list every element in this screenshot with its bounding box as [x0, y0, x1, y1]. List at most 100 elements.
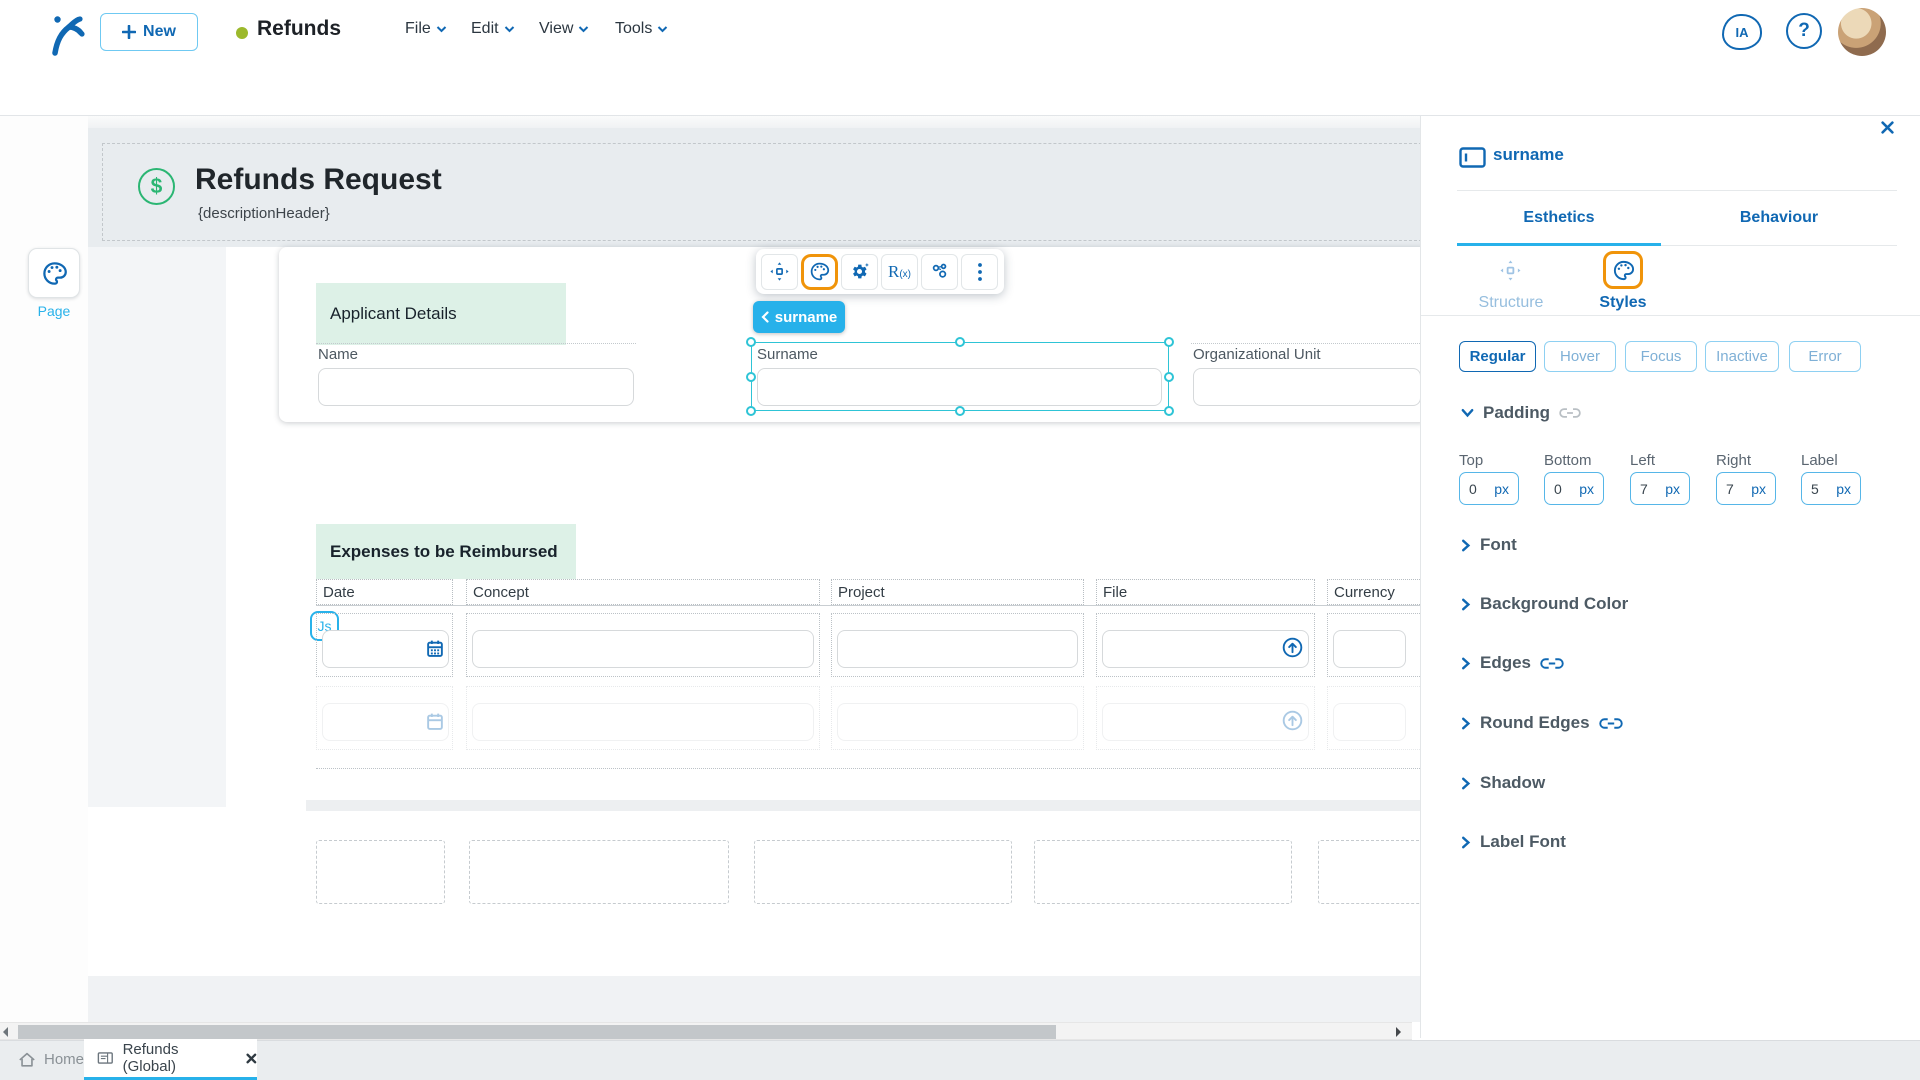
- state-inactive-button[interactable]: Inactive: [1705, 341, 1779, 372]
- ai-assistant-icon[interactable]: IA: [1722, 14, 1762, 50]
- section-font[interactable]: Font: [1461, 535, 1517, 555]
- state-error-button[interactable]: Error: [1789, 341, 1861, 372]
- panel-close-icon[interactable]: [1881, 121, 1894, 134]
- page-left-margin: [88, 247, 226, 807]
- placeholder-cell[interactable]: [1318, 840, 1420, 904]
- placeholder-cell[interactable]: [316, 840, 445, 904]
- orgunit-field-input[interactable]: [1193, 368, 1420, 406]
- selection-rect[interactable]: [746, 337, 1174, 416]
- plus-icon: [122, 25, 137, 39]
- rules-widget-button[interactable]: R (x): [881, 253, 918, 290]
- design-canvas[interactable]: $ Refunds Request {descriptionHeader} Ap…: [88, 116, 1420, 1022]
- selected-widget-chip[interactable]: surname: [753, 301, 845, 333]
- padding-top-input[interactable]: 0 px: [1459, 472, 1519, 505]
- styles-subtab-icon[interactable]: [1603, 251, 1643, 289]
- placeholder-cell[interactable]: [469, 840, 729, 904]
- section-padding[interactable]: Padding: [1461, 403, 1581, 423]
- upload-icon[interactable]: [1282, 637, 1303, 658]
- name-field-input[interactable]: [318, 368, 634, 406]
- new-button[interactable]: New: [100, 13, 198, 51]
- padding-left-input[interactable]: 7 px: [1630, 472, 1690, 505]
- scrollbar-thumb[interactable]: [18, 1025, 1056, 1039]
- move-widget-button[interactable]: [761, 253, 798, 290]
- structure-subtab-icon[interactable]: [1499, 259, 1522, 282]
- form-title[interactable]: Refunds Request: [195, 163, 442, 197]
- orgunit-field-label[interactable]: Organizational Unit: [1193, 346, 1321, 363]
- selection-handle-s[interactable]: [955, 406, 965, 416]
- placeholder-cell[interactable]: [754, 840, 1012, 904]
- concept-input[interactable]: [472, 630, 814, 668]
- tab-refunds-global[interactable]: Refunds (Global): [84, 1039, 257, 1077]
- project-input[interactable]: [837, 630, 1078, 668]
- subtab-structure[interactable]: Structure: [1469, 294, 1553, 312]
- tab-close-icon[interactable]: [246, 1053, 257, 1064]
- tab-behaviour[interactable]: Behaviour: [1661, 209, 1897, 227]
- section-label-font[interactable]: Label Font: [1461, 832, 1566, 852]
- chevron-down-icon: [504, 26, 514, 33]
- column-header-file[interactable]: File: [1096, 579, 1315, 605]
- section-background-color[interactable]: Background Color: [1461, 594, 1628, 614]
- menu-view[interactable]: View: [539, 20, 589, 38]
- calendar-icon[interactable]: [426, 639, 444, 658]
- selection-handle-nw[interactable]: [746, 337, 756, 347]
- divider: [1421, 315, 1920, 316]
- file-input[interactable]: [1102, 630, 1309, 668]
- help-icon[interactable]: ?: [1786, 13, 1822, 49]
- state-regular-button[interactable]: Regular: [1459, 341, 1536, 372]
- currency-input[interactable]: [1333, 703, 1406, 741]
- column-header-currency[interactable]: Currency: [1327, 579, 1420, 605]
- styles-widget-button[interactable]: [801, 253, 838, 290]
- applicant-section-header[interactable]: Applicant Details: [316, 283, 566, 345]
- properties-panel: surname Esthetics Behaviour Structure St…: [1420, 116, 1920, 1038]
- selection-handle-e[interactable]: [1164, 371, 1174, 382]
- user-avatar[interactable]: [1838, 8, 1886, 56]
- placeholder-cell[interactable]: [1034, 840, 1292, 904]
- menu-tools[interactable]: Tools: [615, 20, 668, 38]
- menu-file[interactable]: File: [405, 20, 447, 38]
- column-header-concept[interactable]: Concept: [466, 579, 820, 605]
- selection-handle-se[interactable]: [1164, 406, 1174, 416]
- chevron-right-icon: [1462, 777, 1471, 789]
- menu-edit[interactable]: Edit: [471, 20, 515, 38]
- column-header-date[interactable]: Date: [316, 579, 453, 605]
- chevron-right-icon: [1462, 598, 1471, 610]
- column-header-project[interactable]: Project: [831, 579, 1084, 605]
- selection-handle-n[interactable]: [955, 337, 965, 347]
- padding-bottom-input[interactable]: 0 px: [1544, 472, 1604, 505]
- page-styles-button[interactable]: [28, 248, 80, 298]
- state-focus-button[interactable]: Focus: [1625, 341, 1697, 372]
- project-input[interactable]: [837, 703, 1078, 741]
- subtab-styles[interactable]: Styles: [1593, 294, 1653, 312]
- calendar-icon: [426, 712, 444, 731]
- form-subtitle[interactable]: {descriptionHeader}: [198, 205, 330, 222]
- selection-handle-w[interactable]: [746, 371, 756, 382]
- selection-handle-sw[interactable]: [746, 406, 756, 416]
- selection-handle-ne[interactable]: [1164, 337, 1174, 347]
- padding-right-input[interactable]: 7 px: [1716, 472, 1776, 505]
- section-round-edges[interactable]: Round Edges: [1461, 713, 1623, 733]
- concept-input[interactable]: [472, 703, 814, 741]
- padding-top-label: Top: [1459, 452, 1484, 469]
- new-button-label: New: [143, 23, 176, 40]
- section-shadow[interactable]: Shadow: [1461, 773, 1545, 793]
- scroll-left-arrow[interactable]: [3, 1027, 8, 1037]
- section-edges[interactable]: Edges: [1461, 653, 1564, 673]
- padding-label-input[interactable]: 5 px: [1801, 472, 1861, 505]
- settings-widget-button[interactable]: [841, 253, 878, 290]
- grid-line: [1191, 343, 1420, 344]
- connections-widget-button[interactable]: [921, 253, 958, 290]
- horizontal-scrollbar[interactable]: [0, 1022, 1412, 1040]
- name-field-label[interactable]: Name: [318, 346, 358, 363]
- more-options-button[interactable]: [961, 253, 998, 290]
- state-hover-button[interactable]: Hover: [1544, 341, 1616, 372]
- chevron-right-icon: [1462, 657, 1471, 669]
- tab-home[interactable]: Home: [10, 1041, 92, 1077]
- expenses-section-header[interactable]: Expenses to be Reimbursed: [316, 524, 576, 579]
- tab-esthetics[interactable]: Esthetics: [1457, 209, 1661, 227]
- scroll-right-arrow[interactable]: [1396, 1027, 1401, 1037]
- file-input[interactable]: [1102, 703, 1309, 741]
- currency-input[interactable]: [1333, 630, 1406, 668]
- form-page-icon: [97, 1052, 113, 1064]
- canvas-top-shadow: [88, 116, 1420, 128]
- padding-left-label: Left: [1630, 452, 1656, 469]
